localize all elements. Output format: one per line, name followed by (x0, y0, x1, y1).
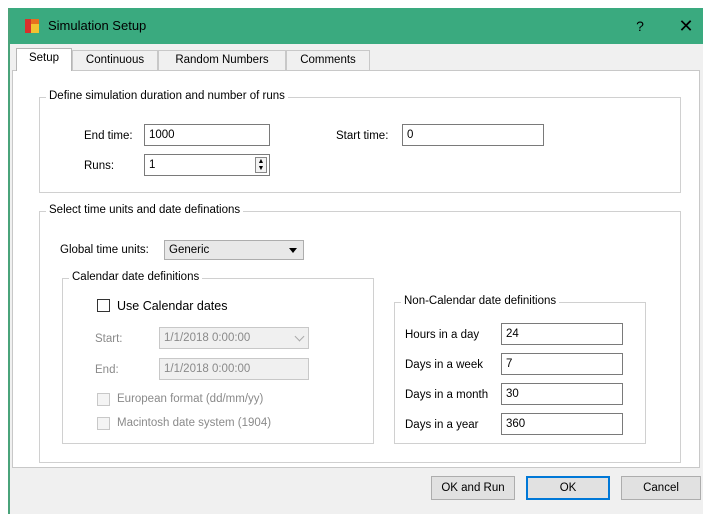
runs-value: 1 (149, 159, 156, 171)
hours-in-day-label: Hours in a day (405, 329, 480, 341)
app-logo-icon (25, 19, 39, 33)
runs-label: Runs: (84, 160, 115, 172)
start-date-picker[interactable]: 1/1/2018 0:00:00 (159, 327, 309, 349)
help-button[interactable]: ? (630, 16, 650, 36)
calendar-group-title: Calendar date definitions (69, 271, 203, 283)
global-time-units-value: Generic (169, 244, 210, 256)
time-units-group: Select time units and date definations G… (39, 204, 681, 463)
tab-random-numbers[interactable]: Random Numbers (158, 50, 286, 70)
duration-group: Define simulation duration and number of… (39, 90, 681, 193)
simulation-setup-dialog: Simulation Setup ? ✕ Setup Continuous Ra… (8, 8, 703, 514)
end-date-label: End: (95, 364, 119, 376)
start-time-input[interactable]: 0 (402, 124, 544, 146)
runs-stepper[interactable]: 1 ▲ ▼ (144, 154, 270, 176)
hours-in-day-input[interactable]: 24 (501, 323, 623, 345)
time-units-group-title: Select time units and date definations (46, 204, 244, 216)
end-time-input[interactable]: 1000 (144, 124, 270, 146)
days-in-year-label: Days in a year (405, 419, 479, 431)
spin-arrows-icon[interactable]: ▲ ▼ (255, 157, 267, 173)
close-button[interactable]: ✕ (674, 16, 698, 36)
tab-continuous[interactable]: Continuous (72, 50, 158, 70)
days-in-month-input[interactable]: 30 (501, 383, 623, 405)
use-calendar-label: Use Calendar dates (117, 299, 228, 313)
european-format-checkbox[interactable] (97, 393, 110, 406)
noncalendar-group-title: Non-Calendar date definitions (401, 295, 560, 307)
dropdown-arrow-icon (289, 248, 297, 253)
setup-panel: Define simulation duration and number of… (12, 70, 700, 468)
macintosh-date-label: Macintosh date system (1904) (117, 417, 272, 429)
start-time-label: Start time: (336, 130, 389, 142)
end-time-label: End time: (84, 130, 133, 142)
duration-group-title: Define simulation duration and number of… (46, 90, 288, 102)
days-in-week-input[interactable]: 7 (501, 353, 623, 375)
cancel-button[interactable]: Cancel (621, 476, 701, 500)
start-date-value: 1/1/2018 0:00:00 (164, 332, 251, 344)
ok-button[interactable]: OK (526, 476, 610, 500)
days-in-month-label: Days in a month (405, 389, 489, 401)
global-time-units-label: Global time units: (60, 244, 149, 256)
end-date-input[interactable]: 1/1/2018 0:00:00 (159, 358, 309, 380)
days-in-year-input[interactable]: 360 (501, 413, 623, 435)
ok-and-run-button[interactable]: OK and Run (431, 476, 515, 500)
days-in-week-label: Days in a week (405, 359, 483, 371)
calendar-group: Calendar date definitions Use Calendar d… (62, 271, 374, 444)
start-date-label: Start: (95, 333, 123, 345)
global-time-units-select[interactable]: Generic (164, 240, 304, 260)
use-calendar-checkbox[interactable] (97, 299, 110, 312)
european-format-label: European format (dd/mm/yy) (117, 393, 264, 405)
tab-setup[interactable]: Setup (16, 48, 72, 71)
tab-comments[interactable]: Comments (286, 50, 370, 70)
window-title: Simulation Setup (48, 18, 147, 33)
macintosh-date-checkbox[interactable] (97, 417, 110, 430)
title-bar: Simulation Setup ? ✕ (10, 8, 703, 44)
noncalendar-group: Non-Calendar date definitions Hours in a… (394, 295, 646, 444)
chevron-down-icon (294, 331, 305, 342)
